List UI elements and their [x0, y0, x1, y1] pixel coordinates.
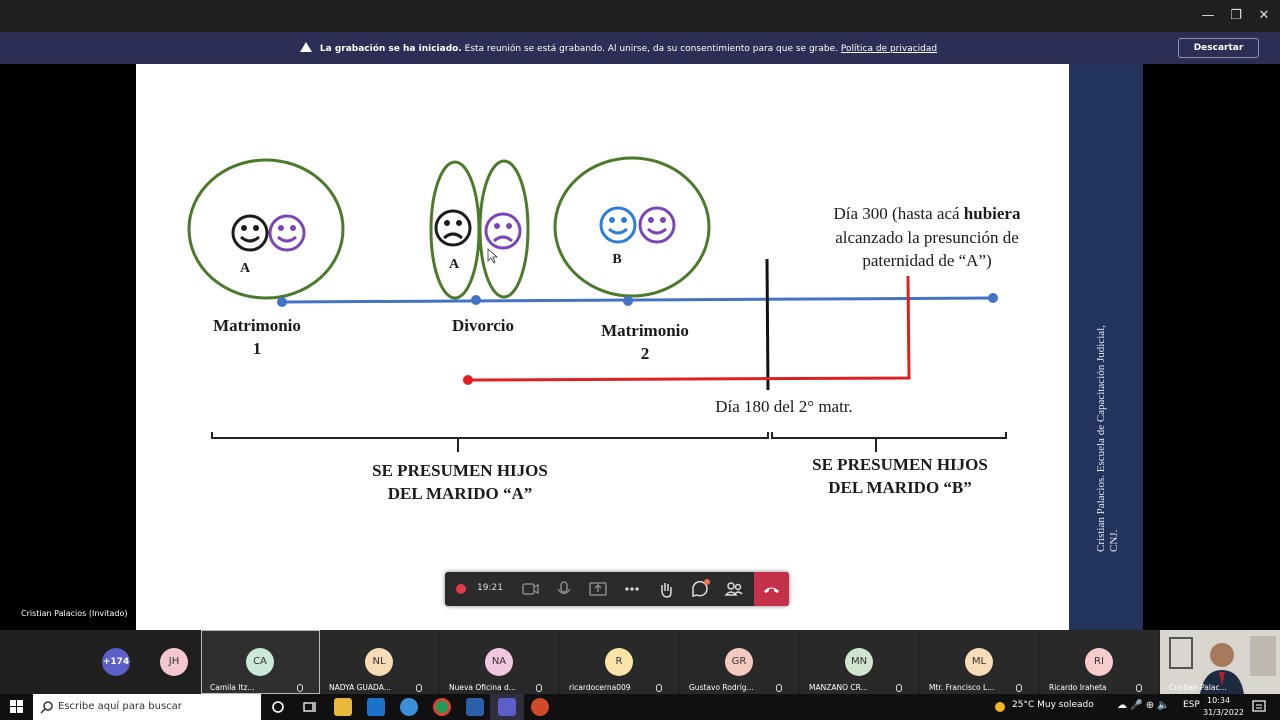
label-divorcio: Divorcio — [451, 316, 514, 335]
teams-icon[interactable] — [498, 698, 516, 716]
participant-avatar: NL — [365, 648, 393, 676]
svg-text:CNJ.: CNJ. — [1108, 529, 1120, 552]
mic-muted-icon — [536, 684, 542, 692]
weather-sun-icon — [995, 702, 1005, 712]
mic-muted-icon — [656, 684, 662, 692]
task-view-icon[interactable] — [302, 699, 318, 715]
clock-time[interactable]: 10:34 — [1207, 696, 1230, 705]
happy-face-black-icon — [231, 214, 269, 252]
taskbar-search-placeholder: Escribe aquí para buscar — [58, 701, 182, 712]
sad-face-purple-icon — [484, 212, 522, 250]
label-dia300-line3: paternidad de “A”) — [862, 251, 992, 270]
label-matrimonio2-number: 2 — [640, 344, 650, 363]
more-options-icon[interactable] — [615, 572, 649, 606]
happy-face-blue-icon — [599, 206, 637, 244]
brace-a — [211, 432, 769, 452]
participant-avatar: JH — [160, 648, 188, 676]
label-presumen-a-line1: SE PRESUMEN HIJOS — [372, 461, 548, 480]
hang-up-button[interactable] — [754, 572, 789, 606]
label-a2: A — [448, 257, 460, 272]
brace-b — [771, 432, 1007, 452]
label-a1: A — [239, 261, 251, 276]
label-matrimonio2: Matrimonio — [601, 321, 689, 340]
search-icon — [40, 701, 53, 714]
microphone-off-icon[interactable] — [547, 572, 581, 606]
participant-name: Ricardo Iraheta — [1049, 683, 1107, 692]
participant-name: Mtr. Francisco L... — [929, 683, 995, 692]
share-screen-icon[interactable] — [581, 572, 615, 606]
participant-avatar: GR — [725, 648, 753, 676]
hang-up-icon — [764, 587, 779, 593]
label-presumen-a-line2: DEL MARIDO “A” — [387, 484, 533, 503]
participant-name: Camila Itz... — [210, 683, 255, 692]
participant-avatar: +174 — [102, 648, 130, 676]
divorce-ellipse-left — [429, 160, 481, 300]
red-line-start-dot — [463, 375, 473, 385]
word-icon[interactable] — [466, 698, 484, 716]
mic-muted-icon — [776, 684, 782, 692]
timeline-dot-marriage2 — [623, 296, 633, 306]
chrome-icon[interactable] — [433, 698, 451, 716]
label-dia300-line1: Día 300 (hasta acá hubiera — [833, 204, 1021, 223]
powerpoint-icon[interactable] — [531, 698, 549, 716]
recording-icon — [456, 584, 466, 594]
svg-text:Cristian Palacios. Escuela de: Cristian Palacios. Escuela de Capacitaci… — [1095, 325, 1107, 552]
label-b: B — [612, 252, 622, 267]
participant-name: NADYA GUADA... — [329, 683, 391, 692]
participant-name: ricardocerna009 — [569, 683, 631, 692]
mic-muted-icon — [297, 684, 303, 692]
timeline-line — [281, 296, 994, 304]
tray-icons[interactable]: ☁ 🎤 ⊕ 🔈 — [1117, 700, 1170, 711]
mic-muted-icon — [896, 684, 902, 692]
raise-hand-icon[interactable] — [649, 572, 683, 606]
participants-icon[interactable] — [717, 572, 751, 606]
label-dia180: Día 180 del 2° matr. — [715, 397, 853, 416]
slide-side-credit: Cristian Palacios. Escuela de Capacitaci… — [1095, 325, 1120, 552]
self-view-name: Cristian Palac... — [1169, 683, 1227, 692]
meeting-timer: 19:21 — [477, 583, 503, 593]
participant-avatar: CA — [246, 648, 274, 676]
cortana-icon[interactable] — [270, 699, 286, 715]
mic-muted-icon — [416, 684, 422, 692]
mic-muted-icon — [1016, 684, 1022, 692]
clock-date[interactable]: 31/3/2022 — [1203, 708, 1244, 717]
participant-avatar: ML — [965, 648, 993, 676]
participant-avatar: MN — [845, 648, 873, 676]
label-matrimonio1: Matrimonio — [213, 316, 301, 335]
windows-start-icon[interactable] — [10, 700, 24, 714]
notifications-icon[interactable] — [1252, 700, 1266, 714]
timeline-dot-marriage1 — [277, 297, 287, 307]
language-indicator[interactable]: ESP — [1183, 700, 1200, 710]
timeline-dot-divorce — [471, 295, 481, 305]
outlook-icon[interactable] — [367, 698, 385, 716]
camera-off-icon[interactable] — [513, 572, 547, 606]
edge-icon[interactable] — [400, 698, 418, 716]
presenter-name-label: Cristian Palacios (Invitado) — [21, 609, 128, 618]
participant-name: Nueva Oficina d... — [449, 683, 516, 692]
weather-text[interactable]: 25°C Muy soleado — [1012, 700, 1094, 710]
label-presumen-b-line1: SE PRESUMEN HIJOS — [812, 455, 988, 474]
label-matrimonio1-number: 1 — [252, 339, 262, 358]
sad-face-black-icon — [434, 209, 472, 247]
file-explorer-icon[interactable] — [334, 698, 352, 716]
participant-avatar: RI — [1085, 648, 1113, 676]
day180-marker — [765, 258, 770, 391]
chat-icon[interactable] — [683, 572, 717, 606]
mic-muted-icon — [1136, 684, 1142, 692]
timeline-dot-end — [988, 293, 998, 303]
label-presumen-b-line2: DEL MARIDO “B” — [828, 478, 972, 497]
participant-name: MANZANO CR... — [809, 683, 868, 692]
happy-face-purple-icon-2 — [638, 206, 676, 244]
participant-name: Gustavo Rodríg... — [689, 683, 754, 692]
label-dia300-line2: alcanzado la presunción de — [835, 228, 1019, 247]
marriage2-circle — [553, 156, 711, 298]
mouse-cursor-icon — [487, 248, 499, 264]
participant-avatar: NA — [485, 648, 513, 676]
happy-face-purple-icon — [268, 214, 306, 252]
meeting-controls-bar: 19:21 — [445, 572, 789, 606]
participant-avatar: R — [605, 648, 633, 676]
